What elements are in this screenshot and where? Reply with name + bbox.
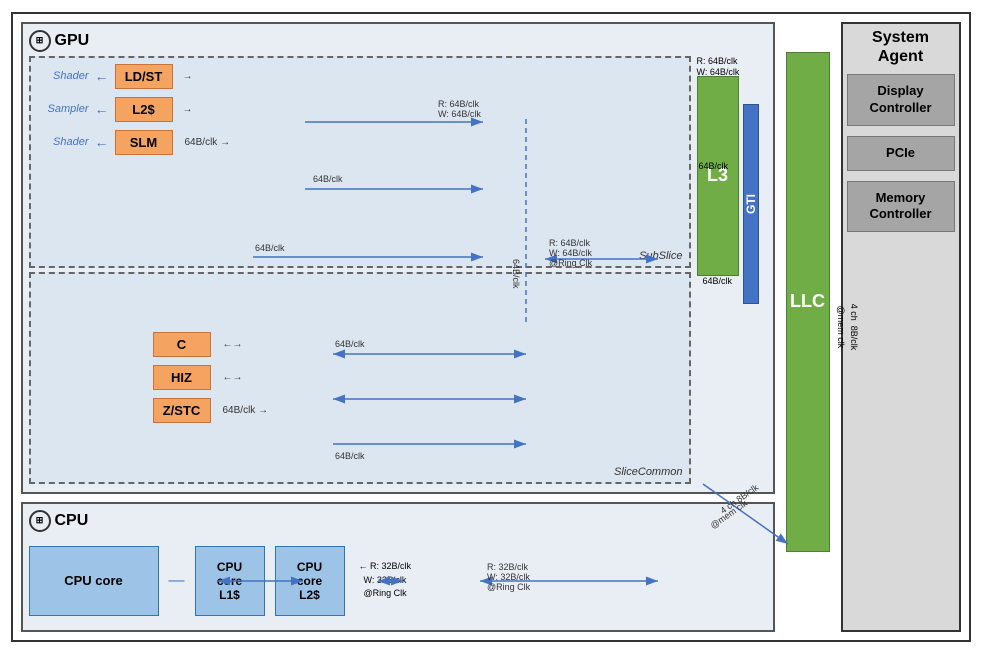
- slm-row: Shader ← SLM 64B/clk →: [37, 130, 683, 155]
- hiz-arrow: ←→: [223, 372, 243, 383]
- c-arrow: ←→: [223, 339, 243, 350]
- hiz-row: HIZ ←→: [37, 365, 683, 390]
- c-box: C: [153, 332, 211, 357]
- sampler-label: Sampler: [37, 103, 89, 115]
- gpu-icon: ⊞: [29, 30, 51, 52]
- system-agent-title: SystemAgent: [847, 28, 955, 66]
- hiz-box: HIZ: [153, 365, 211, 390]
- gti-label: GTI: [744, 194, 758, 214]
- cpu-l2-box: CPUcoreL2$: [275, 546, 345, 616]
- subslice-label: SubSlice: [639, 250, 682, 262]
- slicecommon-label: SliceCommon: [614, 466, 682, 478]
- ldst-row: Shader ← LD/ST →: [37, 64, 683, 89]
- cpu-l2-label: CPUcoreL2$: [297, 560, 322, 602]
- cpu-l1-label: CPUcoreL1$: [217, 560, 242, 602]
- zsct-box: Z/STC: [153, 398, 211, 423]
- arrow-left-1: ←: [95, 68, 109, 84]
- cpu-arrow-1: —: [169, 572, 185, 590]
- c-row: C ←→: [37, 332, 683, 357]
- pcie-box: PCIe: [847, 136, 955, 171]
- cpu-core-box: CPU core: [29, 546, 159, 616]
- arrow-left-3: ←: [95, 134, 109, 150]
- l2-box: L2$: [115, 97, 173, 122]
- sa-components: Display Controller PCIe Memory Controlle…: [847, 74, 955, 232]
- ldst-arrow-right: →: [183, 71, 193, 82]
- mem-bw-label: 4 ch 8B/clk@mem clk: [835, 303, 860, 350]
- left-side: ⊞ GPU Shader ← LD/ST →: [21, 22, 775, 632]
- l3-64-label: 64B/clk: [699, 161, 729, 171]
- zsct-bw: 64B/clk →: [223, 405, 269, 416]
- cpu-title: ⊞ CPU: [29, 510, 767, 532]
- display-controller-label: Display Controller: [869, 83, 931, 115]
- cpu-section: ⊞ CPU CPU core — CPUcoreL1$ CPUcoreL2$ ←…: [21, 502, 775, 632]
- slicecommon-inner: C ←→ HIZ ←→: [37, 280, 683, 476]
- llc-area: LLC 4 ch 8B/clk@mem clk: [783, 22, 833, 632]
- gti-bar: GTI: [743, 104, 759, 304]
- ldst-box: LD/ST: [115, 64, 173, 89]
- display-controller-box: Display Controller: [847, 74, 955, 126]
- rw-top-label: R: 64B/clkW: 64B/clk: [697, 56, 740, 79]
- l2-row: Sampler ← L2$ →: [37, 97, 683, 122]
- l3-box: L3: [697, 76, 739, 276]
- gpu-section: ⊞ GPU Shader ← LD/ST →: [21, 22, 775, 494]
- gpu-title: ⊞ GPU: [29, 30, 767, 52]
- gpu-label: GPU: [55, 32, 90, 50]
- gpu-left-column: Shader ← LD/ST → Sampler ← L2$ →: [29, 56, 691, 484]
- cpu-l1-box: CPUcoreL1$: [195, 546, 265, 616]
- cpu-icon: ⊞: [29, 510, 51, 532]
- l3-gti-area: R: 64B/clkW: 64B/clk L3 GTI 64B/clk 64B/…: [697, 56, 767, 484]
- shader-label-2: Shader: [37, 136, 89, 148]
- cpu-bw-labels: ← R: 32B/clk W: 32B/clk @Ring Clk: [359, 560, 412, 601]
- pcie-label: PCIe: [886, 145, 915, 160]
- gpu-inner: Shader ← LD/ST → Sampler ← L2$ →: [29, 56, 767, 484]
- arrow-left-2: ←: [95, 101, 109, 117]
- cpu-inner: CPU core — CPUcoreL1$ CPUcoreL2$ ← R: 32…: [29, 536, 767, 626]
- slm-box: SLM: [115, 130, 173, 155]
- dashed-64-label: 64B/clk: [703, 276, 733, 286]
- subslice-inner: Shader ← LD/ST → Sampler ← L2$ →: [37, 64, 683, 260]
- memory-controller-label: Memory Controller: [869, 190, 931, 222]
- main-diagram: ⊞ GPU Shader ← LD/ST →: [11, 12, 971, 642]
- zsct-row: Z/STC 64B/clk →: [37, 398, 683, 423]
- slm-bw-label: 64B/clk →: [185, 137, 231, 148]
- subslice-box: Shader ← LD/ST → Sampler ← L2$ →: [29, 56, 691, 268]
- cpu-label: CPU: [55, 512, 89, 530]
- llc-box: LLC: [786, 52, 830, 552]
- slicecommon-box: C ←→ HIZ ←→: [29, 272, 691, 484]
- shader-label-1: Shader: [37, 70, 89, 82]
- system-agent-label: SystemAgent: [872, 29, 929, 65]
- l3-gti-blocks: L3 GTI: [697, 76, 759, 266]
- l2-arrow-right: →: [183, 104, 193, 115]
- memory-controller-box: Memory Controller: [847, 181, 955, 233]
